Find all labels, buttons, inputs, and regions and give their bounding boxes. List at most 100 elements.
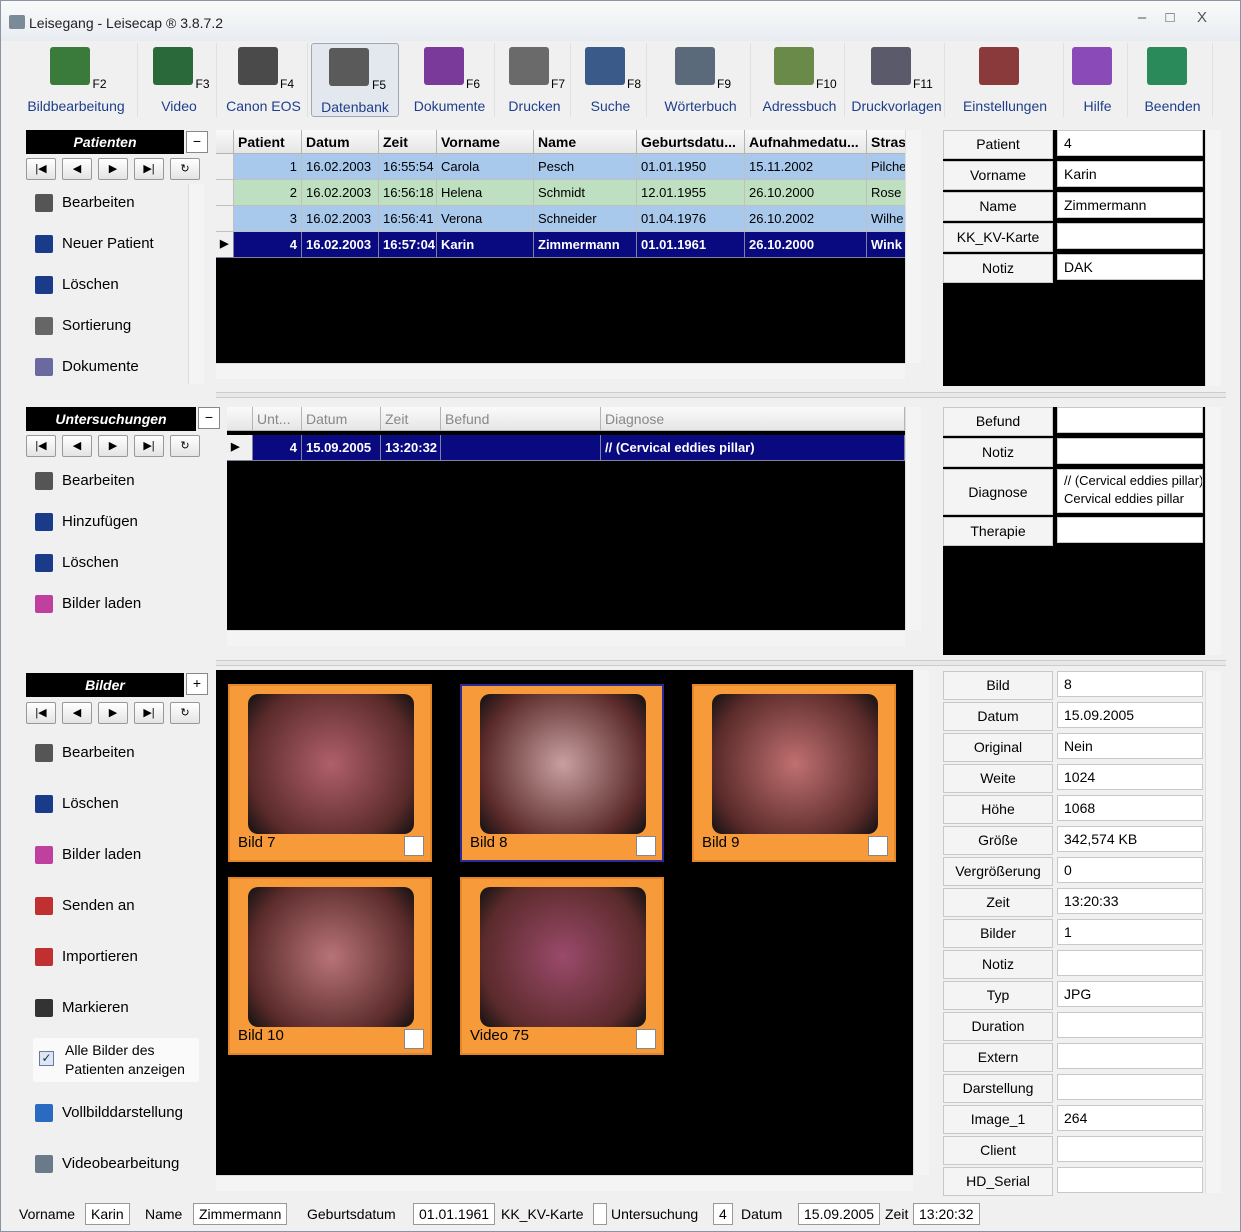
toolbar-button-drucken[interactable]: F7 Drucken bbox=[499, 43, 571, 117]
column-header-zeit[interactable]: Zeit bbox=[379, 130, 437, 154]
thumbnail-select-checkbox[interactable] bbox=[636, 1029, 656, 1049]
first-record-button[interactable]: |◀ bbox=[26, 435, 56, 457]
property-value[interactable] bbox=[1057, 407, 1203, 433]
images-add-button[interactable]: + bbox=[186, 673, 208, 695]
property-value[interactable]: 264 bbox=[1057, 1105, 1203, 1131]
property-value[interactable]: 0 bbox=[1057, 857, 1203, 883]
column-header-unt[interactable]: Unt... bbox=[253, 407, 302, 431]
refresh-button[interactable]: ↻ bbox=[170, 435, 200, 457]
exams-grid-hscroll[interactable] bbox=[227, 630, 905, 646]
property-value[interactable] bbox=[1057, 223, 1203, 249]
action-sortierung[interactable]: Sortierung bbox=[35, 308, 131, 344]
previous-record-button[interactable]: ◀ bbox=[62, 702, 92, 724]
toolbar-button-datenbank[interactable]: F5 Datenbank bbox=[311, 43, 399, 117]
property-value[interactable]: 1 bbox=[1057, 919, 1203, 945]
action-dokumente[interactable]: Dokumente bbox=[35, 349, 139, 385]
property-value[interactable] bbox=[1057, 1074, 1203, 1100]
property-value[interactable] bbox=[1057, 517, 1203, 543]
action-videobearbeitung[interactable]: Videobearbeitung bbox=[35, 1146, 179, 1182]
toolbar-button-dokumente[interactable]: F6 Dokumente bbox=[405, 43, 495, 117]
show-all-images-option[interactable]: ✓ Alle Bilder des Patienten anzeigen bbox=[33, 1038, 199, 1082]
action-hinzufügen[interactable]: Hinzufügen bbox=[35, 504, 138, 540]
splitter-top[interactable] bbox=[216, 392, 1226, 398]
exams-collapse-button[interactable]: − bbox=[198, 407, 220, 429]
column-header-name[interactable]: Name bbox=[534, 130, 637, 154]
last-record-button[interactable]: ▶| bbox=[134, 702, 164, 724]
property-value[interactable]: 342,574 KB bbox=[1057, 826, 1203, 852]
splitter-bottom[interactable] bbox=[216, 660, 1226, 666]
action-bearbeiten[interactable]: Bearbeiten bbox=[35, 185, 135, 221]
toolbar-button-adressbuch[interactable]: F10 Adressbuch bbox=[755, 43, 845, 117]
property-value[interactable]: JPG bbox=[1057, 981, 1203, 1007]
action-bilder-laden[interactable]: Bilder laden bbox=[35, 586, 141, 622]
first-record-button[interactable]: |◀ bbox=[26, 702, 56, 724]
column-header-stras[interactable]: Stras bbox=[867, 130, 907, 154]
action-markieren[interactable]: Markieren bbox=[35, 990, 129, 1026]
exam-props-scrollbar[interactable] bbox=[1205, 407, 1221, 655]
images-area-vscroll[interactable] bbox=[913, 670, 929, 1175]
thumbnail-select-checkbox[interactable] bbox=[404, 1029, 424, 1049]
column-header-geburtsdatu[interactable]: Geburtsdatu... bbox=[637, 130, 745, 154]
action-neuer-patient[interactable]: Neuer Patient bbox=[35, 226, 154, 262]
patients-grid-vscroll[interactable] bbox=[905, 130, 921, 363]
property-value[interactable]: 8 bbox=[1057, 671, 1203, 697]
action-löschen[interactable]: Löschen bbox=[35, 786, 119, 822]
property-value[interactable]: 15.09.2005 bbox=[1057, 702, 1203, 728]
property-value[interactable]: Zimmermann bbox=[1057, 192, 1203, 218]
table-row[interactable]: 2 16.02.2003 16:56:18 Helena Schmidt 12.01.19… bbox=[216, 180, 907, 206]
first-record-button[interactable]: |◀ bbox=[26, 158, 56, 180]
previous-record-button[interactable]: ◀ bbox=[62, 435, 92, 457]
thumbnail-select-checkbox[interactable] bbox=[868, 836, 888, 856]
column-header-aufnahmedatu[interactable]: Aufnahmedatu... bbox=[745, 130, 867, 154]
action-löschen[interactable]: Löschen bbox=[35, 267, 119, 303]
maximize-button[interactable]: □ bbox=[1157, 9, 1183, 29]
refresh-button[interactable]: ↻ bbox=[170, 158, 200, 180]
action-bearbeiten[interactable]: Bearbeiten bbox=[35, 735, 135, 771]
toolbar-button-wörterbuch[interactable]: F9 Wörterbuch bbox=[651, 43, 751, 117]
exams-grid-vscroll[interactable] bbox=[905, 407, 921, 630]
column-header-vorname[interactable]: Vorname bbox=[437, 130, 534, 154]
previous-record-button[interactable]: ◀ bbox=[62, 158, 92, 180]
toolbar-button-einstellungen[interactable]: Einstellungen bbox=[947, 43, 1064, 117]
images-area-hscroll[interactable] bbox=[216, 1175, 913, 1191]
column-header-zeit[interactable]: Zeit bbox=[381, 407, 441, 431]
image-props-scrollbar[interactable] bbox=[1205, 671, 1221, 1193]
image-thumbnail[interactable]: Bild 7 bbox=[228, 684, 432, 862]
toolbar-button-suche[interactable]: F8 Suche bbox=[575, 43, 647, 117]
property-value[interactable]: Nein bbox=[1057, 733, 1203, 759]
patients-grid-hscroll[interactable] bbox=[216, 363, 905, 379]
column-header-diagnose[interactable]: Diagnose bbox=[601, 407, 905, 431]
table-row[interactable]: 1 16.02.2003 16:55:54 Carola Pesch 01.01.1950… bbox=[216, 154, 907, 180]
toolbar-button-beenden[interactable]: Beenden bbox=[1133, 43, 1213, 117]
next-record-button[interactable]: ▶ bbox=[98, 435, 128, 457]
column-header-datum[interactable]: Datum bbox=[302, 407, 381, 431]
table-row[interactable]: ▶ 4 15.09.2005 13:20:32 // (Cervical eddies … bbox=[227, 435, 905, 461]
thumbnail-select-checkbox[interactable] bbox=[404, 836, 424, 856]
property-value[interactable] bbox=[1057, 1167, 1203, 1193]
action-senden-an[interactable]: Senden an bbox=[35, 888, 135, 924]
property-value[interactable] bbox=[1057, 438, 1203, 464]
image-thumbnail[interactable]: Bild 10 bbox=[228, 877, 432, 1055]
property-value[interactable] bbox=[1057, 950, 1203, 976]
action-löschen[interactable]: Löschen bbox=[35, 545, 119, 581]
property-value[interactable]: 1068 bbox=[1057, 795, 1203, 821]
action-bearbeiten[interactable]: Bearbeiten bbox=[35, 463, 135, 499]
toolbar-button-bildbearbeitung[interactable]: F2 Bildbearbeitung bbox=[15, 43, 138, 117]
property-value[interactable]: 4 bbox=[1057, 130, 1203, 156]
image-thumbnail[interactable]: Video 75 bbox=[460, 877, 664, 1055]
patients-collapse-button[interactable]: − bbox=[186, 131, 208, 153]
action-bilder-laden[interactable]: Bilder laden bbox=[35, 837, 141, 873]
property-value[interactable]: // (Cervical eddies pillar) Cervical eddi… bbox=[1057, 469, 1203, 513]
toolbar-button-canon-eos[interactable]: F4 Canon EOS bbox=[220, 43, 308, 117]
close-button[interactable]: X bbox=[1189, 9, 1215, 29]
property-value[interactable] bbox=[1057, 1012, 1203, 1038]
action-importieren[interactable]: Importieren bbox=[35, 939, 138, 975]
thumbnail-select-checkbox[interactable] bbox=[636, 836, 656, 856]
property-value[interactable]: Karin bbox=[1057, 161, 1203, 187]
property-value[interactable]: 1024 bbox=[1057, 764, 1203, 790]
show-all-checkbox[interactable]: ✓ bbox=[39, 1051, 54, 1066]
action-vollbilddarstellung[interactable]: Vollbilddarstellung bbox=[35, 1095, 183, 1131]
patient-props-scrollbar[interactable] bbox=[1205, 130, 1221, 386]
next-record-button[interactable]: ▶ bbox=[98, 158, 128, 180]
toolbar-button-hilfe[interactable]: Hilfe bbox=[1068, 43, 1128, 117]
